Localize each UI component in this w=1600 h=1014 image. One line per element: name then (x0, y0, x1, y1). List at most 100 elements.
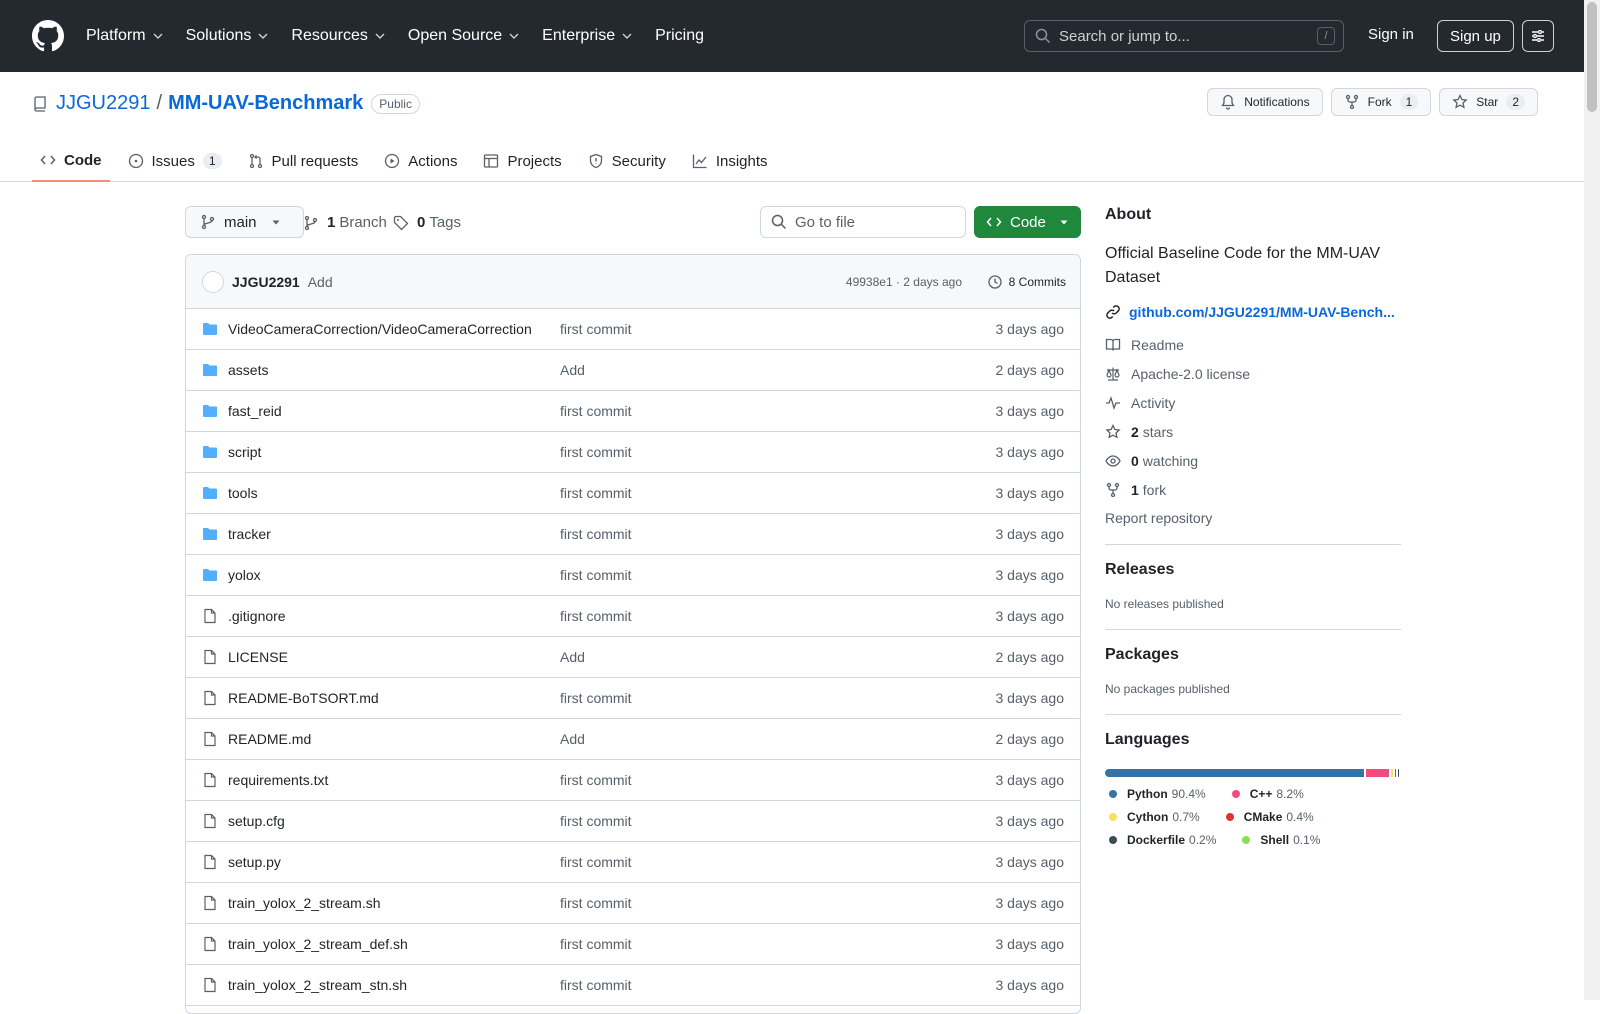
packages-heading[interactable]: Packages (1105, 646, 1401, 664)
tab-insights[interactable]: Insights (684, 140, 776, 182)
fork-button[interactable]: Fork 1 (1331, 88, 1432, 116)
file-name-link[interactable]: train_yolox_2_stream.sh (228, 895, 548, 911)
commit-author-link[interactable]: JJGU2291 (232, 274, 300, 290)
commit-sha-time[interactable]: 49938e1 · 2 days ago (846, 275, 962, 289)
file-name-link[interactable]: yolox (228, 567, 548, 583)
repo-name-link[interactable]: MM-UAV-Benchmark (168, 92, 363, 115)
file-row[interactable]: README-BoTSORT.mdfirst commit3 days ago (186, 678, 1080, 719)
tab-security[interactable]: Security (580, 140, 674, 182)
file-commit-message-link[interactable]: first commit (560, 895, 632, 911)
file-row[interactable]: trackerfirst commit3 days ago (186, 514, 1080, 555)
file-row[interactable]: scriptfirst commit3 days ago (186, 432, 1080, 473)
language-item[interactable]: Cython0.7% (1105, 810, 1200, 824)
license-link[interactable]: Apache-2.0 license (1105, 365, 1401, 382)
notifications-button[interactable]: Notifications (1207, 88, 1322, 116)
sign-in-link[interactable]: Sign in (1368, 26, 1414, 43)
activity-link[interactable]: Activity (1105, 394, 1401, 411)
file-row[interactable]: setup.cfgfirst commit3 days ago (186, 801, 1080, 842)
settings-menu-button[interactable] (1522, 20, 1554, 52)
page-scrollbar[interactable] (1584, 0, 1600, 1000)
file-row[interactable]: yoloxfirst commit3 days ago (186, 555, 1080, 596)
file-name-link[interactable]: README-BoTSORT.md (228, 690, 548, 706)
branch-selector[interactable]: main (185, 206, 304, 238)
nav-open-source[interactable]: Open Source (408, 27, 520, 45)
readme-link[interactable]: Readme (1105, 336, 1401, 353)
tags-link[interactable]: 0 Tags (393, 214, 461, 231)
file-commit-message-link[interactable]: first commit (560, 977, 632, 993)
github-logo-icon[interactable] (32, 20, 64, 52)
language-item[interactable]: CMake0.4% (1222, 810, 1314, 824)
nav-resources[interactable]: Resources (291, 27, 385, 45)
file-name-link[interactable]: script (228, 444, 548, 460)
watchers-link[interactable]: 0 watching (1105, 452, 1401, 469)
avatar[interactable] (202, 271, 224, 293)
file-row[interactable]: .gitignorefirst commit3 days ago (186, 596, 1080, 637)
scrollbar-thumb[interactable] (1587, 2, 1597, 112)
file-row[interactable]: requirements.txtfirst commit3 days ago (186, 760, 1080, 801)
file-commit-message-link[interactable]: Add (560, 362, 585, 378)
nav-enterprise[interactable]: Enterprise (542, 27, 633, 45)
file-commit-message-link[interactable]: first commit (560, 403, 632, 419)
file-name-link[interactable]: setup.cfg (228, 813, 548, 829)
commits-link[interactable]: 8 Commits (987, 274, 1066, 290)
file-row[interactable]: setup.pyfirst commit3 days ago (186, 842, 1080, 883)
nav-platform[interactable]: Platform (86, 27, 164, 45)
file-name-link[interactable]: VideoCameraCorrection/VideoCameraCorrect… (228, 321, 548, 337)
file-commit-message-link[interactable]: first commit (560, 444, 632, 460)
file-commit-message-link[interactable]: Add (560, 731, 585, 747)
forks-link[interactable]: 1 fork (1105, 481, 1401, 498)
file-commit-message-link[interactable]: first commit (560, 854, 632, 870)
file-name-link[interactable]: assets (228, 362, 548, 378)
report-repository-link[interactable]: Report repository (1105, 510, 1401, 526)
file-commit-message-link[interactable]: first commit (560, 690, 632, 706)
file-commit-message-link[interactable]: first commit (560, 772, 632, 788)
file-name-link[interactable]: fast_reid (228, 403, 548, 419)
file-row[interactable]: fast_reidfirst commit3 days ago (186, 391, 1080, 432)
file-name-link[interactable]: train_yolox_2_stream_def.sh (228, 936, 548, 952)
file-commit-message-link[interactable]: first commit (560, 936, 632, 952)
file-name-link[interactable]: setup.py (228, 854, 548, 870)
file-name-link[interactable]: tracker (228, 526, 548, 542)
star-button[interactable]: Star 2 (1439, 88, 1538, 116)
file-name-link[interactable]: README.md (228, 731, 548, 747)
nav-pricing[interactable]: Pricing (655, 27, 704, 45)
file-row[interactable]: LICENSEAdd2 days ago (186, 637, 1080, 678)
homepage-link[interactable]: github.com/JJGU2291/MM-UAV-Bench... (1105, 304, 1401, 320)
file-commit-message-link[interactable]: first commit (560, 567, 632, 583)
file-row[interactable]: assetsAdd2 days ago (186, 350, 1080, 391)
file-commit-message-link[interactable]: first commit (560, 608, 632, 624)
stars-link[interactable]: 2 stars (1105, 423, 1401, 440)
file-row[interactable]: README.mdAdd2 days ago (186, 719, 1080, 760)
file-name-link[interactable]: train_yolox_2_stream_stn.sh (228, 977, 548, 993)
file-commit-message-link[interactable]: first commit (560, 526, 632, 542)
file-commit-message-link[interactable]: Add (560, 649, 585, 665)
go-to-file-input[interactable]: Go to file (760, 206, 966, 238)
file-commit-message-link[interactable]: first commit (560, 485, 632, 501)
language-item[interactable]: Shell0.1% (1238, 833, 1320, 847)
commit-message-link[interactable]: Add (308, 274, 333, 290)
file-row[interactable]: toolsfirst commit3 days ago (186, 473, 1080, 514)
tab-actions[interactable]: Actions (376, 140, 465, 182)
tab-issues[interactable]: Issues 1 (120, 140, 230, 182)
sign-up-button[interactable]: Sign up (1437, 20, 1514, 52)
code-dropdown-button[interactable]: Code (974, 206, 1081, 238)
releases-heading[interactable]: Releases (1105, 561, 1401, 579)
file-row[interactable]: train_yolox_2_stream_def.shfirst commit3… (186, 924, 1080, 965)
global-search[interactable]: Search or jump to... / (1024, 20, 1344, 52)
file-row[interactable]: train_yolox_2_stream.shfirst commit3 day… (186, 883, 1080, 924)
file-name-link[interactable]: requirements.txt (228, 772, 548, 788)
file-name-link[interactable]: LICENSE (228, 649, 548, 665)
tab-projects[interactable]: Projects (475, 140, 569, 182)
branches-link[interactable]: 1 Branch (303, 214, 387, 231)
file-name-link[interactable]: .gitignore (228, 608, 548, 624)
tab-pull-requests[interactable]: Pull requests (240, 140, 367, 182)
language-item[interactable]: Dockerfile0.2% (1105, 833, 1216, 847)
file-name-link[interactable]: tools (228, 485, 548, 501)
file-commit-message-link[interactable]: first commit (560, 321, 632, 337)
file-row[interactable]: VideoCameraCorrection/VideoCameraCorrect… (186, 309, 1080, 350)
language-item[interactable]: Python90.4% (1105, 787, 1206, 801)
file-commit-message-link[interactable]: first commit (560, 813, 632, 829)
nav-solutions[interactable]: Solutions (186, 27, 270, 45)
repo-owner-link[interactable]: JJGU2291 (56, 92, 151, 115)
tab-code[interactable]: Code (32, 140, 110, 182)
